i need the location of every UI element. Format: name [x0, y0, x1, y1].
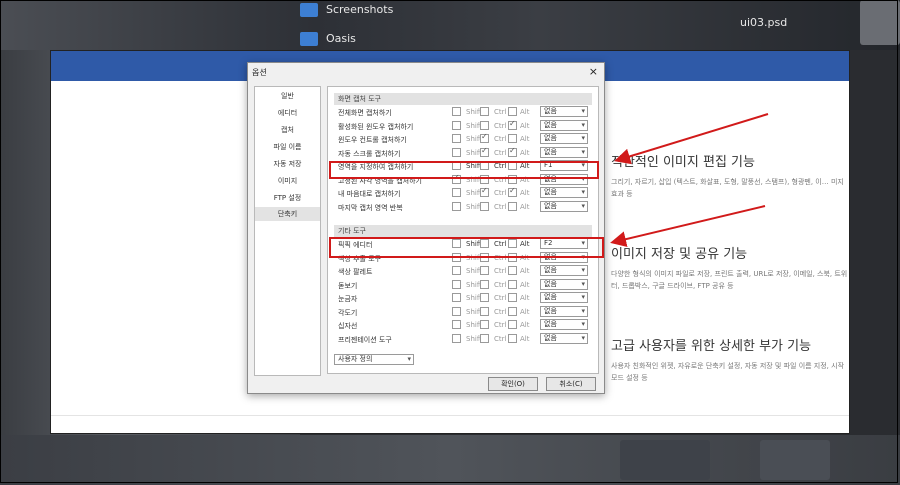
arrow-icon	[610, 205, 766, 247]
annotation-arrows	[610, 113, 769, 247]
arrow-icon	[614, 113, 769, 165]
